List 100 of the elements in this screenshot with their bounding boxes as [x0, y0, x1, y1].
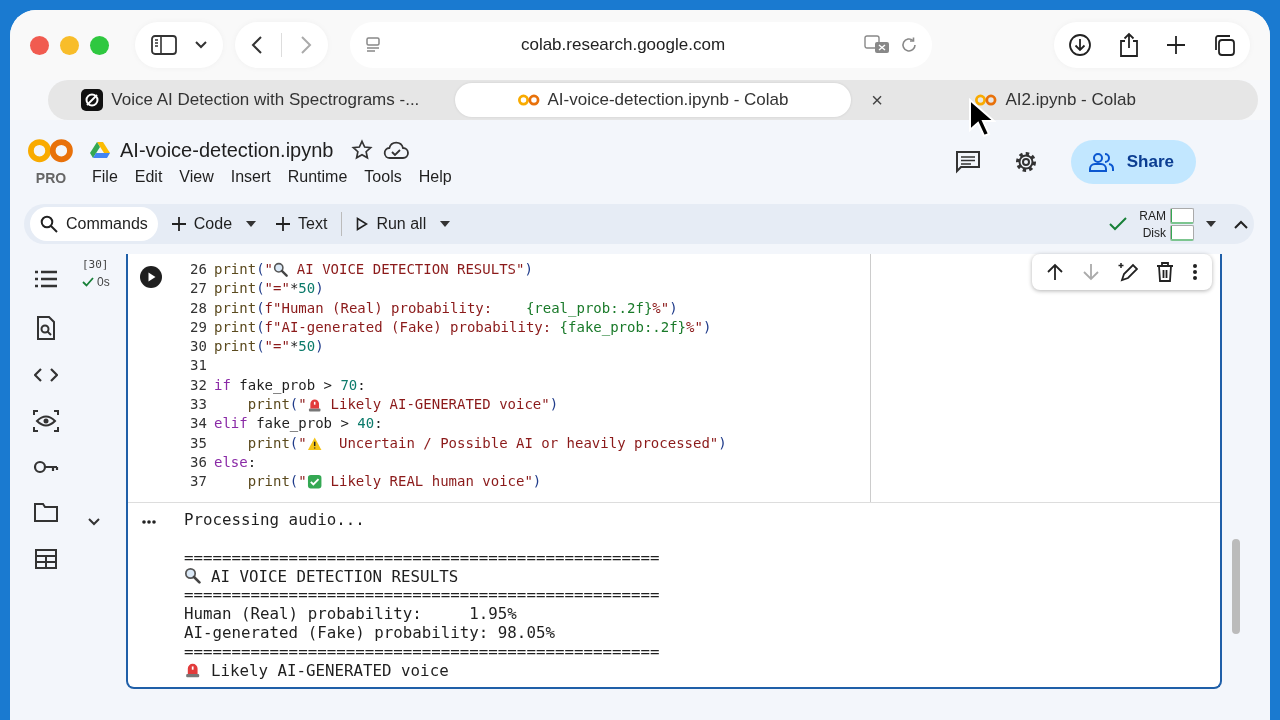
check-box-icon	[306, 474, 323, 490]
resource-label: RAM	[1139, 208, 1166, 223]
output-line: Human (Real) probability: 1.95%	[184, 605, 517, 624]
check-icon	[82, 277, 94, 287]
delete-icon[interactable]	[1156, 262, 1174, 282]
code-line: print("="*50)	[214, 279, 324, 299]
commands-button[interactable]: Commands	[30, 207, 158, 241]
code-icon[interactable]	[34, 367, 58, 383]
translate-icon[interactable]	[864, 35, 890, 55]
output-line: Likely AI-GENERATED voice	[184, 660, 449, 681]
scrollbar-thumb[interactable]	[1232, 539, 1240, 634]
close-tab-button[interactable]: ×	[871, 89, 884, 111]
comment-icon[interactable]	[954, 149, 981, 175]
browser-tab[interactable]: Voice AI Detection with Spectrograms -...	[52, 83, 449, 117]
caret-icon[interactable]	[1206, 221, 1216, 227]
add-code-button[interactable]: Code	[169, 215, 235, 233]
menu-item[interactable]: View	[179, 167, 214, 186]
execution-count: [30]	[82, 258, 110, 271]
table-of-contents-icon[interactable]	[34, 269, 58, 289]
magnifier-icon	[273, 261, 289, 278]
siren-icon	[306, 397, 323, 413]
line-number: 33	[190, 395, 208, 415]
output-line: Processing audio...	[184, 511, 365, 530]
colab-logo-icon	[975, 93, 998, 107]
magnifier-icon	[184, 566, 202, 585]
menu-item[interactable]: Help	[418, 167, 452, 186]
line-number: 30	[190, 337, 208, 357]
menu-item[interactable]: Edit	[134, 167, 163, 186]
colab-logo-icon	[517, 93, 540, 107]
line-number: 34	[190, 414, 208, 434]
code-line: print(" AI VOICE DETECTION RESULTS")	[214, 260, 533, 280]
resources-button[interactable]: RAM Disk	[1139, 207, 1194, 241]
warning-icon	[306, 435, 323, 451]
output-line: AI-generated (Fake) probability: 98.05%	[184, 623, 555, 643]
browser-tab[interactable]: AI-voice-detection.ipynb - Colab	[454, 83, 852, 117]
close-window-button[interactable]	[30, 35, 49, 55]
execution-time: 0s	[97, 275, 110, 289]
plus-icon	[276, 217, 291, 231]
reload-icon[interactable]	[900, 36, 918, 54]
line-number: 27	[190, 279, 208, 299]
caret-icon[interactable]	[440, 221, 451, 227]
tab-title: AI-voice-detection.ipynb - Colab	[547, 90, 789, 110]
notebook-title[interactable]: AI-voice-detection.ipynb	[120, 138, 334, 162]
star-icon[interactable]	[351, 139, 374, 161]
output-line: AI VOICE DETECTION RESULTS	[184, 566, 459, 587]
magic-pencil-icon[interactable]	[1118, 262, 1138, 282]
tabs-overview-icon[interactable]	[1212, 33, 1236, 57]
code-line: print(" Uncertain / Possible AI or heavily processed")	[246, 433, 727, 453]
more-icon[interactable]	[142, 520, 156, 524]
page-menu-icon[interactable]	[364, 36, 382, 54]
cloud-check-icon[interactable]	[383, 140, 410, 160]
caret-icon[interactable]	[246, 221, 257, 227]
collapse-icon[interactable]	[1234, 219, 1248, 229]
add-text-button[interactable]: Text	[274, 215, 330, 233]
code-line: elif fake_prob > 40:	[214, 414, 383, 434]
code-line: print("="*50)	[214, 337, 324, 357]
table-icon[interactable]	[35, 549, 57, 569]
tab-title: Voice AI Detection with Spectrograms -...	[111, 90, 420, 110]
eye-icon[interactable]	[33, 410, 59, 432]
code-line: print(f"Human (Real) probability: {real_prob:.2f}%")	[214, 298, 678, 318]
sidebar-icon[interactable]	[151, 35, 177, 55]
pro-label: PRO	[35, 169, 67, 186]
find-icon[interactable]	[35, 316, 57, 340]
tab-title: AI2.ipynb - Colab	[1005, 90, 1136, 110]
code-line: print(f"AI-generated (Fake) probability: {fake_prob:.2f}%")	[214, 317, 712, 338]
folder-icon[interactable]	[34, 502, 58, 522]
code-line: print(" Likely REAL human voice")	[246, 472, 542, 492]
app-icon	[81, 89, 104, 111]
play-icon	[356, 217, 369, 231]
line-number: 35	[190, 433, 208, 453]
menu-item[interactable]: Tools	[364, 167, 402, 186]
download-icon[interactable]	[1068, 33, 1092, 57]
run-cell-button[interactable]	[140, 266, 162, 288]
search-icon	[40, 215, 58, 233]
line-number: 29	[190, 317, 208, 337]
collapse-output-icon[interactable]	[88, 518, 100, 526]
drive-icon	[90, 141, 110, 159]
resource-label: Disk	[1142, 225, 1166, 240]
output-line: ==================================================	[184, 548, 660, 568]
resource-meter	[1170, 207, 1194, 224]
chevron-down-icon[interactable]	[195, 41, 207, 49]
menu-item[interactable]: Runtime	[287, 167, 348, 186]
browser-tab[interactable]: × AI2.ipynb - Colab	[857, 83, 1254, 117]
address-bar[interactable]: colab.research.google.com	[350, 22, 932, 68]
url-text: colab.research.google.com	[519, 35, 727, 55]
line-number: 28	[190, 298, 208, 318]
people-icon	[1088, 152, 1115, 172]
key-icon[interactable]	[33, 459, 59, 475]
output-line: ==================================================	[184, 642, 660, 662]
share-icon[interactable]	[1118, 32, 1140, 58]
back-icon[interactable]	[251, 35, 263, 55]
more-icon[interactable]	[1192, 263, 1198, 281]
share-button[interactable]: Share	[1070, 140, 1196, 184]
line-number: 32	[190, 375, 208, 395]
menu-item[interactable]: Insert	[230, 167, 271, 186]
plus-icon[interactable]	[1166, 35, 1186, 55]
menu-item[interactable]: File	[92, 167, 118, 186]
run-all-button[interactable]: Run all	[354, 215, 429, 233]
plus-icon	[171, 217, 186, 231]
move-up-icon[interactable]	[1046, 263, 1064, 281]
